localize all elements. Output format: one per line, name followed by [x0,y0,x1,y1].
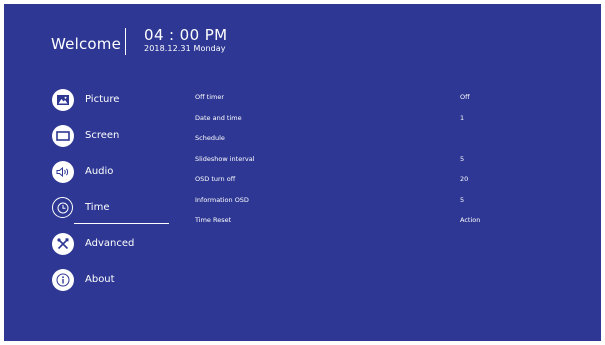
setting-value: 1 [460,113,465,122]
header-divider [125,28,126,55]
setting-value: Off [460,93,470,101]
time-settings-list: Off timer Off Date and time 1 Schedule S… [195,90,495,234]
setting-row-osd-turn-off[interactable]: OSD turn off 20 [195,172,495,193]
tools-icon [52,233,74,255]
sidebar-item-picture[interactable]: Picture [52,87,182,123]
info-icon [52,269,74,291]
setting-value: 5 [460,195,465,204]
speaker-icon [52,161,74,183]
sidebar-item-about[interactable]: About [52,267,182,303]
setting-value: 5 [460,154,465,163]
setting-row-date-and-time[interactable]: Date and time 1 [195,111,495,132]
sidebar-item-label: Picture [85,94,120,105]
sidebar-item-audio[interactable]: Audio [52,159,182,195]
sidebar-item-label: Advanced [85,238,135,249]
setting-value: 20 [460,175,469,183]
setting-row-off-timer[interactable]: Off timer Off [195,90,495,111]
sidebar-item-label: Time [85,202,110,213]
setting-label: Date and time [195,113,242,122]
clock-date: 2018.12.31 Monday [144,44,226,53]
setting-label: Information OSD [195,195,249,204]
setting-label: Time Reset [195,216,232,224]
clock-time: 04 : 00 PM [144,26,228,44]
setting-label: Schedule [195,134,225,142]
clock-icon [52,197,73,218]
sidebar-item-label: Audio [85,166,114,177]
setting-label: Off timer [195,93,225,101]
sidebar-item-advanced[interactable]: Advanced [52,231,182,267]
osd-screen: Welcome 04 : 00 PM 2018.12.31 Monday Pic… [4,4,601,341]
setting-row-schedule[interactable]: Schedule [195,131,495,152]
sidebar-item-screen[interactable]: Screen [52,123,182,159]
setting-row-slideshow-interval[interactable]: Slideshow interval 5 [195,152,495,173]
setting-label: Slideshow interval [195,154,255,163]
active-item-underline [74,223,169,224]
screen-icon [52,125,74,147]
setting-row-information-osd[interactable]: Information OSD 5 [195,193,495,214]
sidebar-item-label: About [85,274,115,285]
sidebar-menu: Picture Screen Audio Time Advanced About [52,87,182,303]
setting-label: OSD turn off [195,175,236,183]
setting-row-time-reset[interactable]: Time Reset Action [195,213,495,234]
welcome-title: Welcome [51,35,122,53]
setting-value: Action [460,216,481,224]
picture-icon [52,89,74,111]
sidebar-item-time[interactable]: Time [52,195,182,231]
sidebar-item-label: Screen [85,130,120,141]
